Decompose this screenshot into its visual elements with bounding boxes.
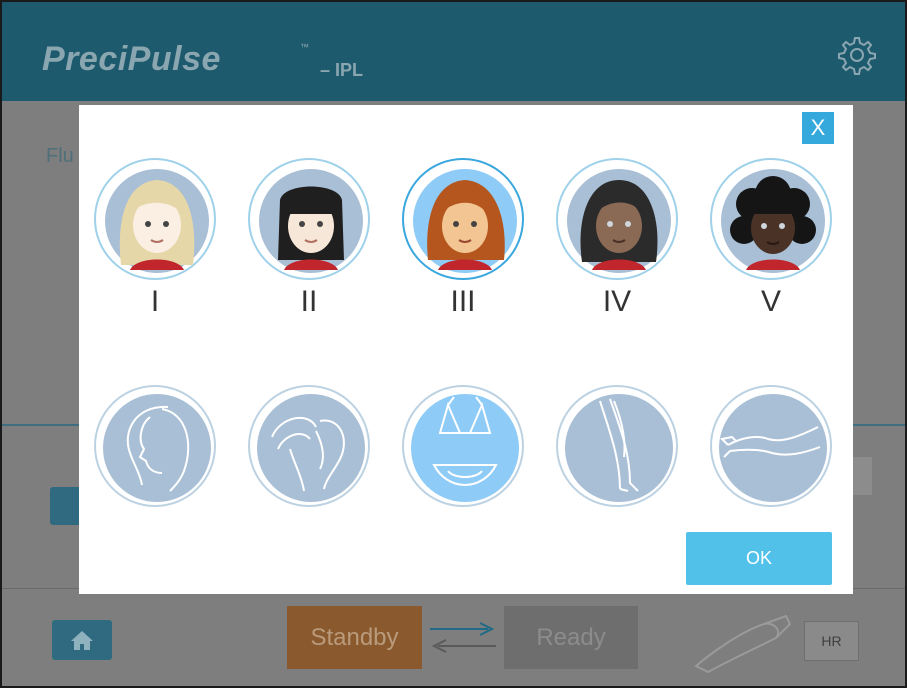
settings-button[interactable]	[836, 34, 878, 76]
avatar-light-blonde-icon	[105, 169, 209, 273]
skin-type-1-button[interactable]	[94, 158, 216, 280]
skin-type-3-label: III	[450, 285, 476, 318]
selection-dialog: X I II III IV V OK	[79, 105, 853, 594]
legs-icon	[565, 394, 673, 502]
area-underarm-button[interactable]	[248, 385, 370, 507]
skin-type-4-button[interactable]	[556, 158, 678, 280]
home-button[interactable]	[52, 620, 112, 660]
avatar-curly-hair-icon	[721, 169, 825, 273]
skin-type-3-button[interactable]	[402, 158, 524, 280]
handpiece-icon	[690, 610, 794, 674]
avatar-dark-hair-icon	[567, 169, 671, 273]
area-bikini-button[interactable]	[402, 385, 524, 507]
background-label: Flu	[46, 145, 74, 167]
skin-type-5-label: V	[760, 285, 781, 318]
standby-button[interactable]: Standby	[287, 606, 422, 669]
ready-button[interactable]: Ready	[504, 606, 638, 669]
brand-logo: PreciPulse	[42, 40, 221, 78]
skin-type-5-button[interactable]	[710, 158, 832, 280]
switch-arrows-icon	[428, 620, 498, 654]
avatar-black-hair-icon	[259, 169, 363, 273]
close-button[interactable]: X	[802, 112, 834, 144]
brand-suffix: – IPL	[320, 60, 364, 80]
skin-type-1-label: I	[150, 285, 160, 318]
handpiece-badge: HR	[804, 621, 859, 661]
app-window: PreciPulse ™ – IPL Flu Standby Ready HR …	[0, 0, 907, 688]
skin-type-4-label: IV	[602, 285, 632, 318]
area-arm-button[interactable]	[710, 385, 832, 507]
face-icon	[103, 394, 211, 502]
skin-type-2-button[interactable]	[248, 158, 370, 280]
skin-type-2-label: II	[300, 285, 318, 318]
home-icon	[71, 631, 93, 650]
bikini-icon	[411, 394, 519, 502]
underarm-icon	[257, 394, 365, 502]
area-legs-button[interactable]	[556, 385, 678, 507]
ok-button[interactable]: OK	[686, 532, 832, 585]
avatar-auburn-hair-icon	[413, 169, 517, 273]
brand-trademark: ™	[300, 42, 309, 52]
area-face-button[interactable]	[94, 385, 216, 507]
background-control	[852, 457, 872, 495]
arm-icon	[719, 394, 827, 502]
gear-icon	[838, 37, 876, 75]
